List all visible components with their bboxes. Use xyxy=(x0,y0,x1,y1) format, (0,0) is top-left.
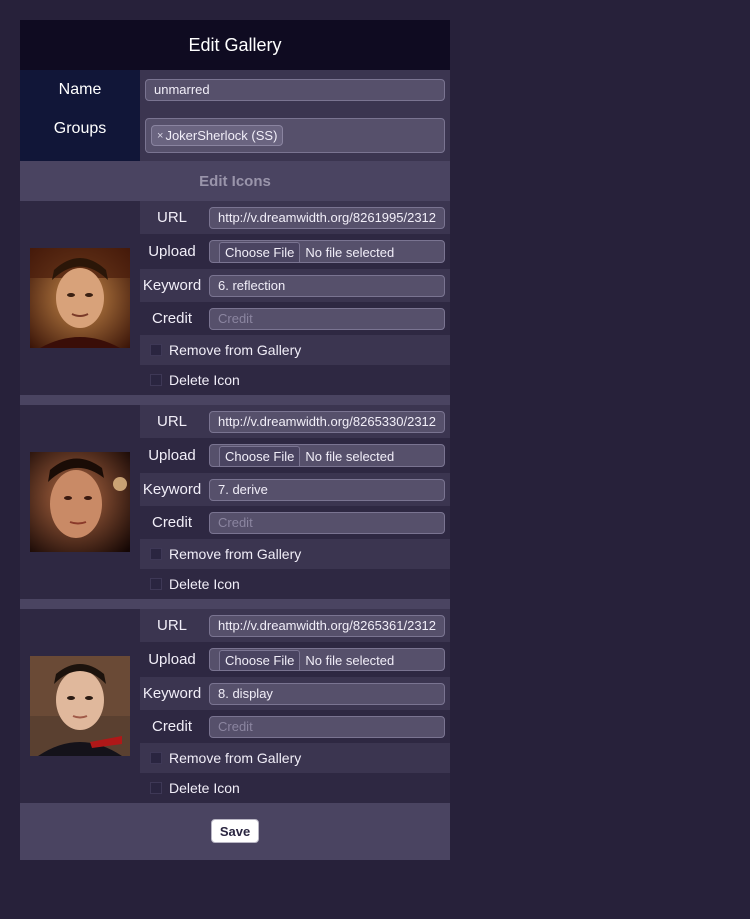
keyword-input[interactable]: 8. display xyxy=(209,682,445,705)
name-input[interactable]: unmarred xyxy=(145,79,445,101)
keyword-input[interactable]: 6. reflection xyxy=(209,274,445,297)
icon-thumbnail xyxy=(30,248,130,348)
credit-input[interactable]: Credit xyxy=(209,307,445,330)
edit-gallery-panel: Edit Gallery Name unmarred Groups × Joke… xyxy=(20,20,450,860)
file-status: No file selected xyxy=(305,449,395,464)
file-status: No file selected xyxy=(305,653,395,668)
keyword-label: Keyword xyxy=(142,277,202,294)
save-button[interactable]: Save xyxy=(211,819,259,843)
remove-from-gallery-checkbox[interactable] xyxy=(150,548,162,560)
group-tag: × JokerSherlock (SS) xyxy=(151,125,284,146)
remove-from-gallery-option[interactable]: Remove from Gallery xyxy=(140,743,450,773)
remove-from-gallery-checkbox[interactable] xyxy=(150,344,162,356)
remove-tag-icon[interactable]: × xyxy=(157,130,163,142)
form-actions: Save xyxy=(20,803,450,860)
credit-input[interactable]: Credit xyxy=(209,511,445,534)
groups-select[interactable]: × JokerSherlock (SS) xyxy=(145,118,445,153)
icon-thumbnail xyxy=(30,656,130,756)
delete-icon-option[interactable]: Delete Icon xyxy=(140,773,450,803)
upload-file-input[interactable]: Choose File No file selected xyxy=(209,444,445,467)
remove-from-gallery-label: Remove from Gallery xyxy=(169,546,302,562)
delete-icon-label: Delete Icon xyxy=(169,372,240,388)
upload-file-input[interactable]: Choose File No file selected xyxy=(209,240,445,263)
delete-icon-option[interactable]: Delete Icon xyxy=(140,365,450,395)
page-title: Edit Gallery xyxy=(20,20,450,70)
credit-label: Credit xyxy=(151,310,192,327)
keyword-input[interactable]: 7. derive xyxy=(209,478,445,501)
remove-from-gallery-option[interactable]: Remove from Gallery xyxy=(140,335,450,365)
remove-from-gallery-label: Remove from Gallery xyxy=(169,750,302,766)
icon-editor: URL http://v.dreamwidth.org/8265330/2312… xyxy=(20,405,450,599)
delete-icon-label: Delete Icon xyxy=(169,780,240,796)
delete-icon-checkbox[interactable] xyxy=(150,374,162,386)
icon-editor: URL http://v.dreamwidth.org/8261995/2312… xyxy=(20,201,450,395)
groups-row: Groups × JokerSherlock (SS) xyxy=(20,110,450,161)
upload-label: Upload xyxy=(148,651,196,668)
url-input[interactable]: http://v.dreamwidth.org/8261995/2312 xyxy=(209,206,445,229)
keyword-label: Keyword xyxy=(142,481,202,498)
upload-file-input[interactable]: Choose File No file selected xyxy=(209,648,445,671)
upload-label: Upload xyxy=(148,243,196,260)
choose-file-button[interactable]: Choose File xyxy=(219,242,301,262)
upload-label: Upload xyxy=(148,447,196,464)
url-input[interactable]: http://v.dreamwidth.org/8265361/2312 xyxy=(209,614,445,637)
remove-from-gallery-label: Remove from Gallery xyxy=(169,342,302,358)
url-label: URL xyxy=(156,413,187,430)
delete-icon-option[interactable]: Delete Icon xyxy=(140,569,450,599)
url-input[interactable]: http://v.dreamwidth.org/8265330/2312 xyxy=(209,410,445,433)
url-label: URL xyxy=(156,617,187,634)
credit-label: Credit xyxy=(151,514,192,531)
choose-file-button[interactable]: Choose File xyxy=(219,650,301,670)
groups-label: Groups xyxy=(20,110,140,161)
icon-separator xyxy=(20,395,450,405)
group-tag-label: JokerSherlock (SS) xyxy=(165,128,278,143)
icon-separator xyxy=(20,599,450,609)
remove-from-gallery-option[interactable]: Remove from Gallery xyxy=(140,539,450,569)
icon-editor: URL http://v.dreamwidth.org/8265361/2312… xyxy=(20,609,450,803)
choose-file-button[interactable]: Choose File xyxy=(219,446,301,466)
remove-from-gallery-checkbox[interactable] xyxy=(150,752,162,764)
delete-icon-checkbox[interactable] xyxy=(150,578,162,590)
keyword-label: Keyword xyxy=(142,685,202,702)
file-status: No file selected xyxy=(305,245,395,260)
name-label: Name xyxy=(20,70,140,110)
edit-icons-heading: Edit Icons xyxy=(20,161,450,201)
delete-icon-label: Delete Icon xyxy=(169,576,240,592)
url-label: URL xyxy=(156,209,187,226)
icon-thumbnail xyxy=(30,452,130,552)
credit-label: Credit xyxy=(151,718,192,735)
credit-input[interactable]: Credit xyxy=(209,715,445,738)
name-row: Name unmarred xyxy=(20,70,450,110)
delete-icon-checkbox[interactable] xyxy=(150,782,162,794)
